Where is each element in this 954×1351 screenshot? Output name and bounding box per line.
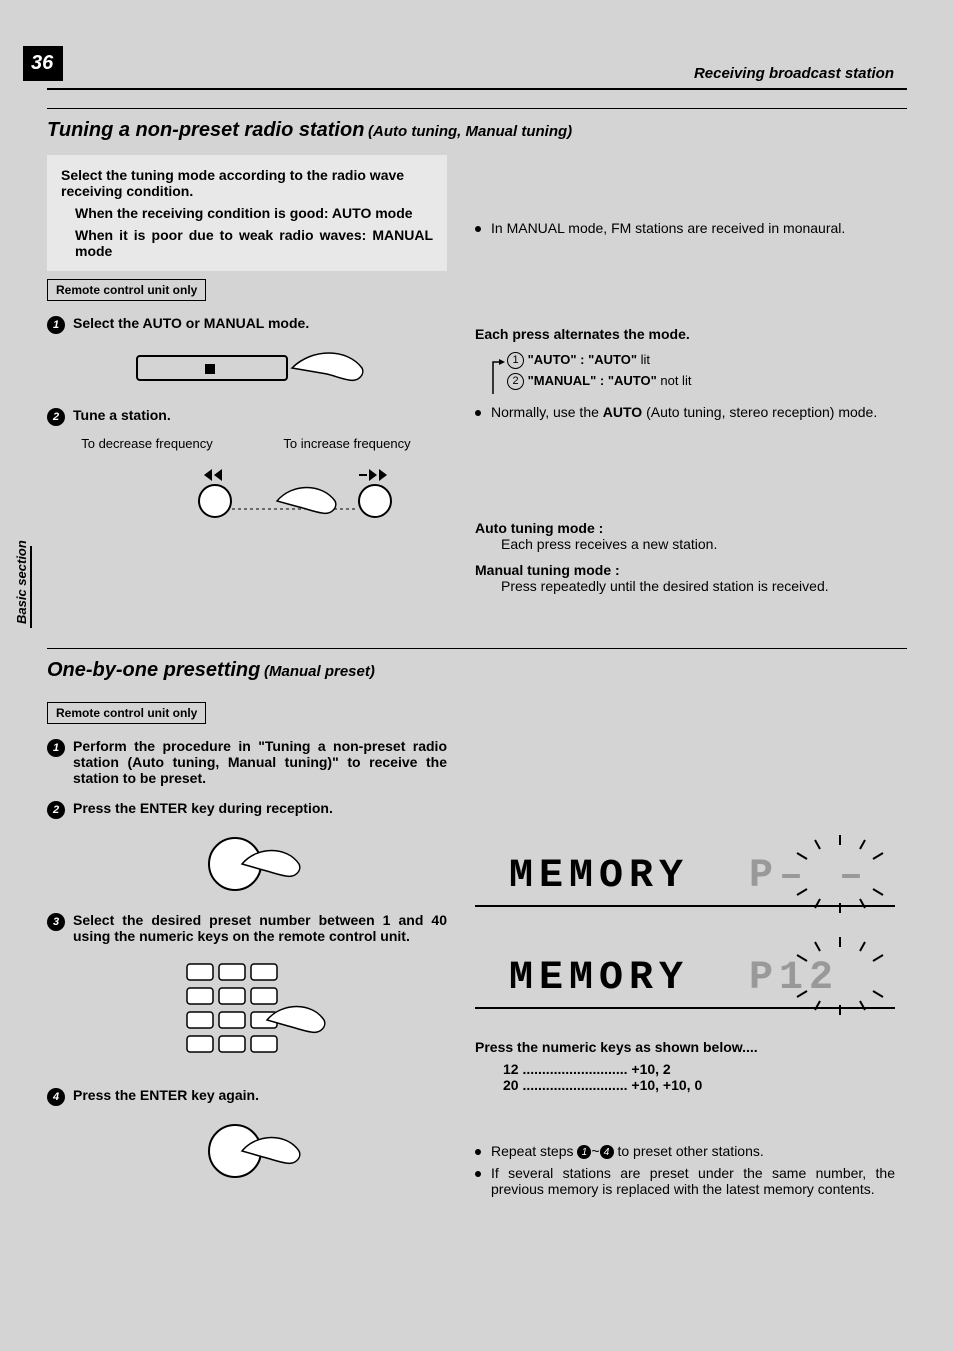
- step-s2-2-text: Press the ENTER key during reception.: [73, 800, 447, 816]
- numeric-heading: Press the numeric keys as shown below...…: [475, 1039, 895, 1055]
- monaural-note: In MANUAL mode, FM stations are received…: [491, 220, 895, 236]
- manual-body: Press repeatedly until the desired stati…: [501, 578, 895, 594]
- circled-2-icon: 2: [507, 373, 524, 390]
- step-num-s2-3: 3: [47, 913, 65, 931]
- step-s2-4: 4 Press the ENTER key again.: [47, 1087, 447, 1106]
- step-s2-2: 2 Press the ENTER key during reception.: [47, 800, 447, 819]
- repeat-note: Repeat steps 1~4 to preset other station…: [491, 1143, 895, 1159]
- step-num-s2-1: 1: [47, 739, 65, 757]
- remote-button-illustration-1: [47, 344, 447, 397]
- step-num-1: 1: [47, 316, 65, 334]
- step-s2-1: 1 Perform the procedure in "Tuning a non…: [47, 738, 447, 786]
- remote-only-label-2: Remote control unit only: [47, 702, 206, 724]
- display-memory-2: MEMORY P12: [475, 937, 895, 1009]
- auto-body: Each press receives a new station.: [501, 536, 895, 552]
- replace-note: If several stations are preset under the…: [491, 1165, 895, 1197]
- section1-subtitle: (Auto tuning, Manual tuning): [368, 123, 572, 140]
- mode1-state: lit: [641, 352, 650, 367]
- repeat-prefix: Repeat steps: [491, 1143, 577, 1159]
- section2-title: One-by-one presetting: [47, 659, 260, 681]
- mode1-label: "AUTO" : "AUTO": [528, 352, 637, 367]
- circled-1-icon: 1: [507, 352, 524, 369]
- step-s2-4-text: Press the ENTER key again.: [73, 1087, 447, 1103]
- side-tab-bar: [30, 546, 32, 628]
- numeric-right-2: +10, +10, 0: [631, 1077, 702, 1093]
- display-memory-1: MEMORY P– –: [475, 835, 895, 907]
- step-1: 1 Select the AUTO or MANUAL mode.: [47, 315, 447, 334]
- bullet-icon: [475, 226, 481, 232]
- step-s2-1-text: Perform the procedure in "Tuning a non-p…: [73, 738, 447, 786]
- step-num-2: 2: [47, 408, 65, 426]
- inline-step-1-icon: 1: [577, 1145, 591, 1159]
- step-1-text: Select the AUTO or MANUAL mode.: [73, 315, 447, 331]
- normally-prefix: Normally, use the: [491, 404, 603, 420]
- repeat-mid: ~: [591, 1143, 599, 1159]
- normally-bold: AUTO: [603, 404, 642, 420]
- repeat-suffix: to preset other stations.: [614, 1143, 764, 1159]
- step-num-s2-4: 4: [47, 1088, 65, 1106]
- section2-subtitle: (Manual preset): [264, 663, 375, 680]
- enter-button-illustration-1: [47, 829, 447, 902]
- intro-box: Select the tuning mode according to the …: [47, 155, 447, 271]
- manual-heading: Manual tuning mode :: [475, 562, 895, 578]
- alternate-heading: Each press alternates the mode.: [475, 326, 895, 342]
- blink-burst-icon: [785, 937, 895, 1017]
- step-num-s2-2: 2: [47, 801, 65, 819]
- mode2-label: "MANUAL" : "AUTO": [528, 373, 657, 388]
- normally-suffix: (Auto tuning, stereo reception) mode.: [642, 404, 877, 420]
- auto-heading: Auto tuning mode :: [475, 520, 895, 536]
- dots-2: ...........................: [522, 1077, 631, 1093]
- numeric-left-1: 12: [503, 1061, 519, 1077]
- page-number: 36: [23, 46, 63, 81]
- enter-button-illustration-2: [47, 1116, 447, 1189]
- section2-rule: [47, 648, 907, 649]
- bullet-icon: [475, 410, 481, 416]
- intro-good: When the receiving condition is good: AU…: [75, 205, 433, 221]
- side-tab-label: Basic section: [14, 540, 29, 624]
- section1-title: Tuning a non-preset radio station: [47, 119, 364, 141]
- intro-lead: Select the tuning mode according to the …: [61, 167, 433, 199]
- tune-decrease-label: To decrease frequency: [47, 436, 247, 451]
- bullet-icon: [475, 1171, 481, 1177]
- header-right: Receiving broadcast station: [694, 65, 894, 82]
- mode2-state: not lit: [660, 373, 691, 388]
- display2-text: MEMORY: [509, 956, 689, 1001]
- step-s2-3-text: Select the desired preset number between…: [73, 912, 447, 944]
- blink-burst-icon: [785, 835, 895, 915]
- section-rule: [47, 108, 907, 109]
- step-s2-3: 3 Select the desired preset number betwe…: [47, 912, 447, 944]
- dots-1: ...........................: [522, 1061, 631, 1077]
- tune-increase-label: To increase frequency: [247, 436, 447, 451]
- header-rule: [47, 88, 907, 90]
- remote-only-label-1: Remote control unit only: [47, 279, 206, 301]
- inline-step-4-icon: 4: [600, 1145, 614, 1159]
- normally-note: Normally, use the AUTO (Auto tuning, ste…: [491, 404, 895, 420]
- mode-connector-icon: [489, 358, 507, 394]
- numeric-right-1: +10, 2: [631, 1061, 670, 1077]
- tune-buttons-illustration: [47, 461, 447, 534]
- numeric-keys-illustration: [47, 954, 447, 1077]
- bullet-icon: [475, 1149, 481, 1155]
- numeric-left-2: 20: [503, 1077, 519, 1093]
- step-2: 2 Tune a station.: [47, 407, 447, 426]
- step-2-text: Tune a station.: [73, 407, 447, 423]
- intro-poor: When it is poor due to weak radio waves:…: [75, 227, 433, 259]
- display1-text: MEMORY: [509, 854, 689, 899]
